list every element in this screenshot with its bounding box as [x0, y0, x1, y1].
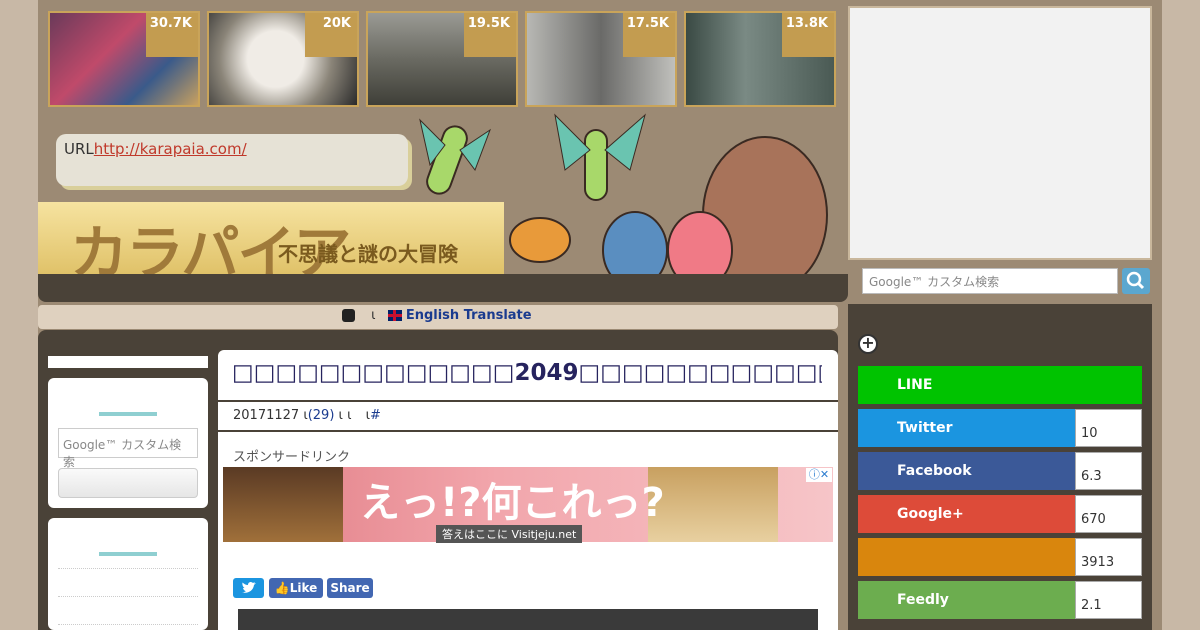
right-ad-slot — [848, 6, 1152, 260]
tweet-button[interactable] — [233, 578, 264, 598]
view-count-badge: 30.7K — [146, 13, 198, 57]
section-divider — [99, 412, 157, 416]
article-photo — [238, 609, 818, 630]
share-label[interactable] — [858, 538, 1075, 576]
sponsor-label: スポンサードリンク — [233, 450, 351, 465]
separator: ι ι — [338, 408, 352, 423]
view-count-badge: 19.5K — [464, 13, 516, 57]
share-label[interactable]: LINE — [858, 366, 1142, 404]
site-url-link[interactable]: http://karapaia.com/ — [94, 140, 247, 158]
url-box: URLhttp://karapaia.com/ — [56, 134, 408, 186]
section-divider — [99, 552, 157, 556]
thumb-village[interactable]: 19.5K — [366, 11, 518, 107]
share-row-facebook[interactable]: Facebook 6.3 — [858, 452, 1142, 490]
list-divider — [58, 568, 198, 569]
translate-controls: ι English Translate — [342, 308, 532, 323]
article-meta: 20171127 ι(29) ι ι ι# — [233, 408, 381, 423]
fb-like-button[interactable]: 👍Like — [269, 578, 323, 598]
left-search-input[interactable]: Google™ カスタム検索 — [58, 428, 198, 469]
left-search-button[interactable] — [58, 468, 198, 498]
twitter-bird-icon — [241, 581, 256, 593]
view-count-badge: 17.5K — [623, 13, 675, 57]
separator: ι — [371, 308, 376, 323]
share-count: 670 — [1075, 495, 1142, 533]
right-search-button[interactable] — [1122, 268, 1150, 294]
view-count-badge: 13.8K — [782, 13, 834, 57]
share-count: 3913 — [1075, 538, 1142, 576]
thumbs-up-icon: 👍 — [274, 581, 290, 595]
article-title[interactable]: □□□□□□□□□□□□□2049□□□□□□□□□□□□□□□□□□□□□□□… — [232, 360, 822, 386]
thumb-statue[interactable]: 17.5K — [525, 11, 677, 107]
share-row-twitter[interactable]: Twitter 10 — [858, 409, 1142, 447]
fb-like-label: Like — [289, 581, 318, 595]
share-row-hatena[interactable]: 3913 — [858, 538, 1142, 576]
meta-rule — [218, 430, 838, 432]
ad-subtext: 答えはここに Visitjeju.net — [436, 525, 583, 543]
share-count: 2.1 — [1075, 581, 1142, 619]
title-rule — [218, 400, 838, 402]
share-label[interactable]: Facebook — [858, 452, 1075, 490]
uk-flag-icon — [387, 310, 402, 321]
share-row-google[interactable]: Google+ 670 — [858, 495, 1142, 533]
thumb-makeup-palette[interactable]: 30.7K — [48, 11, 200, 107]
header-dark-band — [38, 274, 848, 302]
english-translate-link[interactable]: English Translate — [406, 308, 532, 323]
search-icon — [1126, 271, 1145, 290]
share-label[interactable]: Twitter — [858, 409, 1075, 447]
ad-headline: えっ!?何これっ? — [360, 480, 665, 526]
left-sidebar-strip — [48, 356, 208, 368]
mascot-illustration — [419, 113, 828, 294]
share-row-feedly[interactable]: Feedly 2.1 — [858, 581, 1142, 619]
post-date: 20171127 — [233, 408, 300, 423]
share-row-line[interactable]: LINE — [858, 366, 1142, 404]
url-prefix: URL — [64, 140, 94, 158]
globe-icon[interactable] — [342, 309, 355, 322]
view-count-badge: 20K — [305, 13, 357, 57]
list-divider — [58, 596, 198, 597]
thumb-cat[interactable]: 20K — [207, 11, 359, 107]
right-search-input[interactable]: Google™ カスタム検索 — [862, 268, 1118, 294]
comment-count-link[interactable]: (29) — [308, 408, 335, 423]
permalink-hash[interactable]: # — [370, 408, 381, 423]
share-count: 6.3 — [1075, 452, 1142, 490]
share-count: 10 — [1075, 409, 1142, 447]
share-label[interactable]: Google+ — [858, 495, 1075, 533]
left-links-box — [48, 518, 208, 630]
fb-share-button[interactable]: Share — [327, 578, 373, 598]
list-divider — [58, 624, 198, 625]
thumb-city[interactable]: 13.8K — [684, 11, 836, 107]
ad-close-icon[interactable]: ⓘ✕ — [806, 468, 832, 482]
add-icon[interactable]: + — [858, 334, 878, 354]
share-label[interactable]: Feedly — [858, 581, 1075, 619]
fb-share-label: Share — [330, 581, 370, 595]
